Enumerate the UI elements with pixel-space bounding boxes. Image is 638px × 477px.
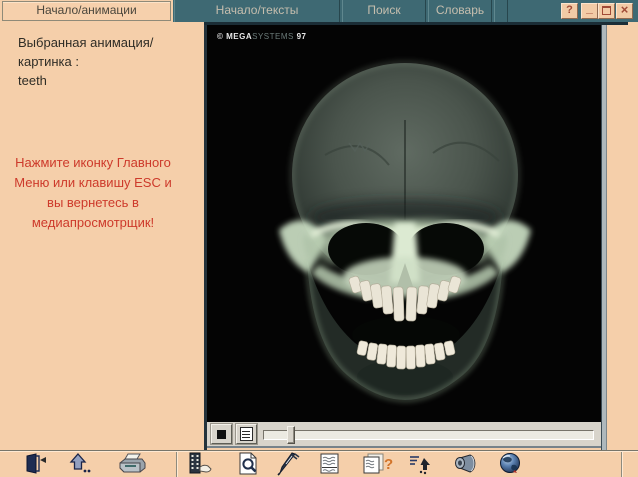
document-magnifier-icon [234, 452, 264, 476]
selection-info: Выбранная анимация/картинка : teeth [18, 33, 170, 90]
text-card-button[interactable] [316, 452, 346, 476]
up-arrow-icon [66, 452, 96, 476]
media-slider-track[interactable] [263, 430, 594, 440]
media-viewer-canvas: © MEGASYSTEMS 97 [207, 25, 601, 422]
stop-icon [217, 430, 226, 439]
app-window: { "top_bar": { "active_tab": "Начало/ани… [0, 0, 638, 477]
exit-button[interactable] [20, 452, 50, 476]
annotate-button[interactable] [272, 452, 302, 476]
index-list-icon [406, 452, 434, 476]
toolbar-separator [176, 452, 178, 477]
media-control-bar [207, 422, 601, 448]
sound-button[interactable] [450, 452, 480, 476]
printer-icon [116, 452, 148, 476]
speaker-icon [450, 452, 480, 476]
stop-button[interactable] [211, 424, 232, 444]
help-button[interactable]: ? [561, 3, 578, 19]
maximize-icon [602, 6, 611, 15]
tab-bar-spacer [494, 0, 508, 22]
maximize-button[interactable] [598, 3, 615, 19]
tab-start-animations[interactable]: Начало/анимации [2, 1, 171, 21]
viewer-frame-right [601, 25, 607, 450]
esc-hint-text: Нажмите иконку Главного Меню или клавишу… [10, 153, 176, 233]
playlist-button[interactable] [236, 424, 257, 444]
exit-door-icon [20, 452, 50, 476]
tab-search[interactable]: Поиск [342, 0, 426, 22]
cards-question-icon: ? [360, 452, 394, 476]
web-button[interactable] [497, 452, 527, 476]
animations-button[interactable] [184, 452, 214, 476]
print-button[interactable] [116, 452, 146, 476]
text-card-icon [316, 452, 344, 476]
close-button[interactable]: × [616, 3, 633, 19]
globe-icon [497, 452, 525, 476]
film-strip-icon [184, 452, 214, 476]
copyright-text: © MEGASYSTEMS 97 [217, 32, 306, 41]
cards-help-button[interactable]: ? [360, 452, 394, 476]
skull-xray-image [207, 25, 601, 422]
selection-value: teeth [18, 71, 170, 90]
tab-start-texts[interactable]: Начало/тексты [174, 0, 340, 22]
svg-text:?: ? [384, 456, 393, 473]
media-slider-thumb[interactable] [287, 426, 295, 444]
pen-icon [272, 452, 302, 476]
playlist-icon [240, 427, 253, 441]
toolbar-separator [621, 452, 623, 477]
minimize-button[interactable]: _ [581, 3, 598, 19]
preview-button[interactable] [234, 452, 264, 476]
go-up-button[interactable] [66, 452, 96, 476]
tab-dictionary[interactable]: Словарь [428, 0, 492, 22]
index-button[interactable] [406, 452, 436, 476]
selection-label: Выбранная анимация/картинка : [18, 33, 170, 71]
